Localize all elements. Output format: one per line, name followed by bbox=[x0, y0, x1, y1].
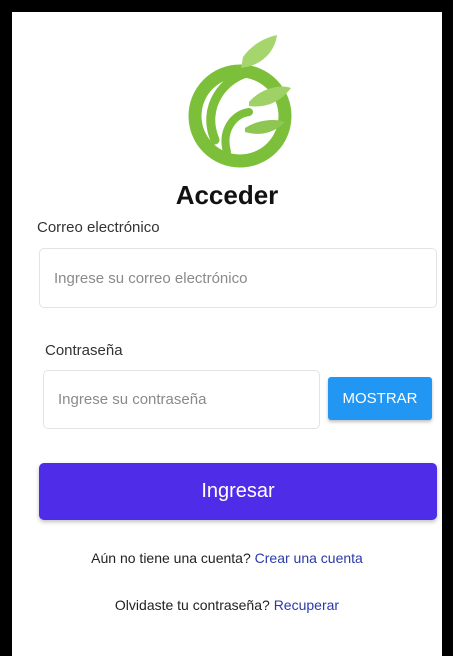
login-screen: Acceder Correo electrónico Contraseña MO… bbox=[12, 12, 442, 656]
show-password-button[interactable]: MOSTRAR bbox=[328, 377, 432, 420]
password-label: Contraseña bbox=[45, 342, 123, 359]
email-label: Correo electrónico bbox=[37, 219, 160, 236]
password-field[interactable] bbox=[43, 370, 320, 429]
recover-text: Olvidaste tu contraseña? bbox=[114, 597, 270, 613]
page-title: Acceder bbox=[175, 180, 279, 210]
recover-password-link[interactable]: Recuperar bbox=[274, 597, 339, 613]
register-text: Aún no tiene una cuenta? bbox=[91, 550, 251, 566]
login-button[interactable]: Ingresar bbox=[39, 463, 437, 520]
recover-prompt: Olvidaste tu contraseña? Recuperar bbox=[12, 597, 442, 613]
register-prompt: Aún no tiene una cuenta? Crear una cuent… bbox=[12, 550, 442, 566]
email-field[interactable] bbox=[39, 248, 437, 308]
create-account-link[interactable]: Crear una cuenta bbox=[255, 550, 363, 566]
leaf-circle-logo-icon bbox=[188, 35, 292, 168]
